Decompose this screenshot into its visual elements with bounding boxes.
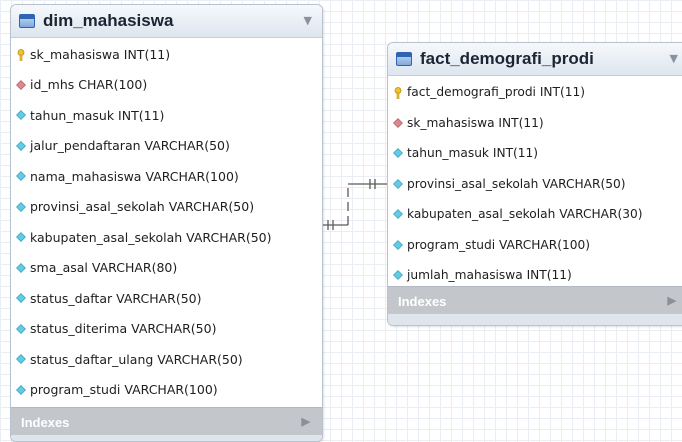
column-label: program_studi VARCHAR(100) — [407, 237, 590, 252]
diamond-blue-icon — [393, 270, 403, 281]
expand-arrow-icon[interactable]: ▶ — [302, 415, 310, 428]
table-header[interactable]: dim_mahasiswa ▼ — [11, 5, 322, 38]
indexes-section[interactable]: Indexes ▶ — [388, 286, 682, 315]
indexes-label: Indexes — [398, 293, 447, 309]
column-list: sk_mahasiswa INT(11) id_mhs CHAR(100) tahu… — [11, 38, 322, 405]
column-label: provinsi_asal_sekolah VARCHAR(50) — [407, 176, 626, 191]
column-label: tahun_masuk INT(11) — [30, 107, 165, 123]
indexes-label: Indexes — [21, 414, 70, 430]
expand-arrow-icon[interactable]: ▶ — [668, 294, 676, 307]
table-header[interactable]: fact_demografi_prodi ▼ — [388, 43, 682, 76]
diamond-red-icon — [393, 117, 403, 128]
diamond-blue-icon — [16, 110, 26, 121]
column-label: status_daftar VARCHAR(50) — [30, 290, 202, 306]
diamond-blue-icon — [16, 201, 26, 212]
table-title: fact_demografi_prodi — [420, 49, 594, 68]
diamond-blue-icon — [16, 354, 26, 365]
column-row[interactable]: jalur_pendaftaran VARCHAR(50) — [11, 131, 322, 162]
column-label: provinsi_asal_sekolah VARCHAR(50) — [30, 199, 255, 215]
diamond-red-icon — [16, 79, 26, 90]
column-row[interactable]: sma_asal VARCHAR(80) — [11, 253, 322, 284]
column-label: status_daftar_ulang VARCHAR(50) — [30, 351, 243, 367]
column-row[interactable]: nama_mahasiswa VARCHAR(100) — [11, 161, 322, 192]
column-row[interactable]: tahun_masuk INT(11) — [11, 100, 322, 131]
column-row[interactable]: id_mhs CHAR(100) — [11, 70, 322, 101]
column-row[interactable]: tahun_masuk INT(11) — [388, 138, 682, 169]
column-label: sk_mahasiswa INT(11) — [30, 46, 171, 62]
table-footer — [388, 314, 682, 325]
collapse-arrow-icon[interactable]: ▼ — [304, 14, 312, 27]
column-label: id_mhs CHAR(100) — [30, 77, 148, 93]
diamond-blue-icon — [393, 209, 403, 220]
diamond-blue-icon — [16, 323, 26, 334]
column-label: nama_mahasiswa VARCHAR(100) — [30, 168, 239, 184]
table-icon — [396, 52, 412, 66]
column-row[interactable]: sk_mahasiswa INT(11) — [388, 108, 682, 139]
diamond-blue-icon — [16, 171, 26, 182]
column-label: jumlah_mahasiswa INT(11) — [407, 268, 572, 283]
diamond-blue-icon — [16, 232, 26, 243]
column-label: program_studi VARCHAR(100) — [30, 382, 218, 398]
column-row[interactable]: status_daftar VARCHAR(50) — [11, 283, 322, 314]
table-icon — [19, 14, 35, 28]
table-footer — [11, 435, 322, 441]
column-row[interactable]: kabupaten_asal_sekolah VARCHAR(30) — [388, 199, 682, 230]
table-fact-demografi-prodi[interactable]: fact_demografi_prodi ▼ fact_demografi_pr… — [387, 42, 682, 326]
column-label: sma_asal VARCHAR(80) — [30, 260, 178, 276]
column-label: tahun_masuk INT(11) — [407, 146, 539, 161]
diamond-blue-icon — [16, 140, 26, 151]
column-row[interactable]: program_studi VARCHAR(100) — [11, 375, 322, 406]
column-row[interactable]: status_daftar_ulang VARCHAR(50) — [11, 344, 322, 375]
diamond-blue-icon — [393, 148, 403, 159]
column-row[interactable]: status_diterima VARCHAR(50) — [11, 314, 322, 345]
column-label: kabupaten_asal_sekolah VARCHAR(30) — [407, 207, 643, 222]
diamond-blue-icon — [393, 239, 403, 250]
diamond-blue-icon — [16, 262, 26, 273]
column-label: sk_mahasiswa INT(11) — [407, 115, 544, 130]
diamond-blue-icon — [16, 293, 26, 304]
diamond-blue-icon — [393, 178, 403, 189]
column-label: jalur_pendaftaran VARCHAR(50) — [30, 138, 230, 154]
column-row[interactable]: provinsi_asal_sekolah VARCHAR(50) — [11, 192, 322, 223]
column-row[interactable]: sk_mahasiswa INT(11) — [11, 39, 322, 70]
table-dim-mahasiswa[interactable]: dim_mahasiswa ▼ sk_mahasiswa INT(11) id_m… — [10, 4, 323, 442]
column-row[interactable]: provinsi_asal_sekolah VARCHAR(50) — [388, 169, 682, 200]
collapse-arrow-icon[interactable]: ▼ — [670, 52, 678, 65]
column-list: fact_demografi_prodi INT(11) sk_mahasiswa… — [388, 76, 682, 291]
table-title: dim_mahasiswa — [43, 11, 174, 30]
indexes-section[interactable]: Indexes ▶ — [11, 407, 322, 436]
diamond-blue-icon — [16, 384, 26, 395]
column-row[interactable]: program_studi VARCHAR(100) — [388, 230, 682, 261]
column-row[interactable]: fact_demografi_prodi INT(11) — [388, 77, 682, 108]
key-icon — [393, 87, 403, 100]
column-row[interactable]: kabupaten_asal_sekolah VARCHAR(50) — [11, 222, 322, 253]
column-label: fact_demografi_prodi INT(11) — [407, 85, 585, 100]
column-label: status_diterima VARCHAR(50) — [30, 321, 217, 337]
column-label: kabupaten_asal_sekolah VARCHAR(50) — [30, 229, 272, 245]
key-icon — [16, 49, 26, 62]
